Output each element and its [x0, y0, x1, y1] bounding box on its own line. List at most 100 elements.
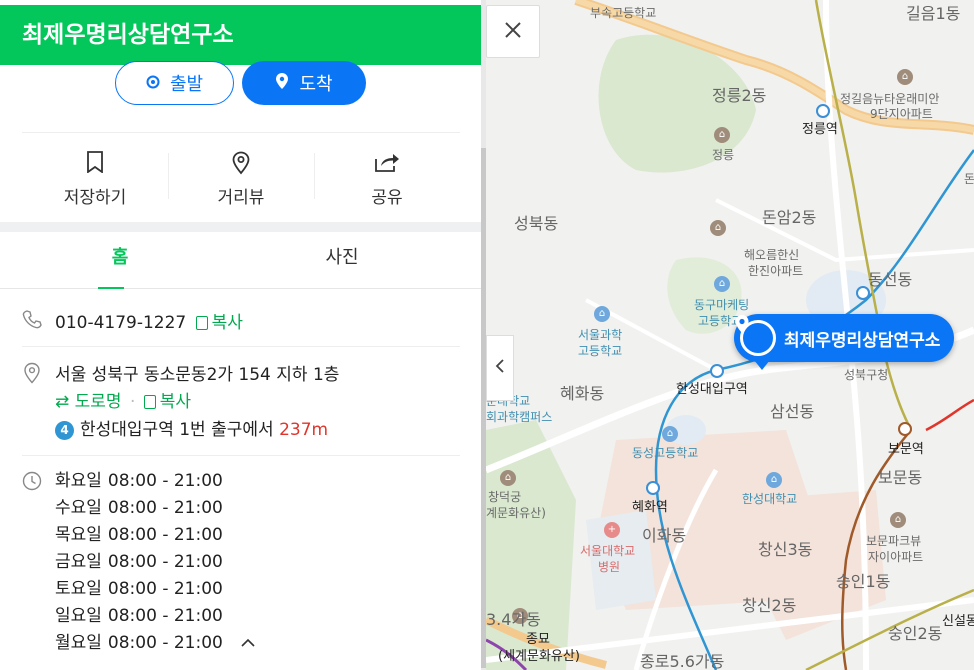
copy-icon — [143, 395, 156, 409]
collapse-hours-chevron-up-icon[interactable] — [240, 633, 256, 653]
origin-dot-icon — [146, 73, 160, 94]
map-label: 자이아파트 — [868, 550, 924, 564]
map-label: 돈암 — [964, 172, 974, 186]
map-label: 부속고등학교 — [590, 6, 657, 20]
subway-line-badge: 4 — [55, 421, 74, 440]
map-label: 길음1동 — [906, 4, 961, 23]
phone-row: 010-4179-1227 복사 — [22, 308, 460, 338]
place-marker[interactable]: 최제우명리상담연구소 — [734, 314, 955, 370]
share-button[interactable]: 공유 — [314, 133, 460, 221]
apartment-icon[interactable]: ⌂ — [890, 512, 906, 528]
close-icon — [504, 21, 522, 43]
bookmark-icon — [22, 151, 168, 177]
map-label: 성북구청 — [844, 368, 889, 382]
hours-row: 화요일 08:00 - 21:00 수요일 08:00 - 21:00 목요일 08:… — [22, 468, 460, 668]
depart-label: 출발 — [169, 74, 204, 95]
section-gap — [0, 222, 481, 232]
map-label: 고등학교 — [578, 344, 623, 358]
copy-phone-button[interactable]: 복사 — [195, 313, 243, 333]
map-label: 보문파크뷰 — [866, 534, 922, 548]
map-label: 병원 — [598, 560, 621, 574]
subway-distance: 237m — [279, 420, 329, 440]
place-title-bar: 최제우명리상담연구소 — [0, 5, 481, 65]
map-label: 정릉2동 — [712, 86, 767, 105]
place-detail-panel: 최제우명리상담연구소 출발 도착 저장하기 거리뷰 공유 홈 사진 010-41… — [0, 0, 481, 670]
landmark-icon[interactable]: ⌂ — [714, 127, 730, 143]
map-label: 동선동 — [868, 270, 913, 289]
hansung-station-marker[interactable] — [710, 364, 724, 378]
apartment-icon[interactable]: ⌂ — [897, 69, 913, 85]
subway-row: 4 한성대입구역 1번 출구에서 237m — [22, 415, 460, 443]
map-label: 서울과학 — [578, 328, 623, 342]
map-label: 창신3동 — [758, 540, 813, 559]
school-icon[interactable]: ⌂ — [662, 426, 678, 442]
depart-button[interactable]: 출발 — [115, 61, 234, 105]
hours-line: 화요일 08:00 - 21:00 — [55, 471, 223, 491]
copy-address-button[interactable]: 복사 — [143, 392, 191, 412]
school-icon[interactable]: ⌂ — [714, 276, 730, 292]
map-label: 정릉 — [712, 148, 735, 162]
school-icon[interactable]: ⌂ — [766, 472, 782, 488]
map-label: 3.4가동 — [486, 610, 541, 629]
save-button[interactable]: 저장하기 — [22, 133, 168, 221]
bomun-station-marker[interactable] — [898, 422, 912, 436]
hours-line: 목요일 08:00 - 21:00 — [55, 525, 223, 545]
swap-icon: ⇄ — [55, 392, 70, 412]
phone-icon — [22, 309, 42, 333]
map-label: 서울대학교 — [580, 544, 636, 558]
save-label: 저장하기 — [63, 188, 127, 208]
map-label: 해오름한신 — [744, 248, 800, 262]
map-label: 한성대입구역 — [676, 382, 748, 397]
map-label: 숭인1동 — [836, 572, 891, 591]
action-row: 저장하기 거리뷰 공유 — [22, 132, 460, 223]
map-label: 혜화역 — [632, 500, 668, 515]
hours-line: 월요일 08:00 - 21:00 — [55, 630, 256, 657]
map-view[interactable]: ⌂ ⌂ ⌂ ⌂ ⌂ ⌂ ⌂ ⌂ + ⌂ ⌂ 길음1동 부속고등학교 정릉2동 정… — [486, 0, 974, 670]
map-label: 보문동 — [878, 468, 923, 487]
map-label: 동성고등학교 — [632, 446, 699, 460]
hours-line: 수요일 08:00 - 21:00 — [55, 498, 223, 518]
arrive-button[interactable]: 도착 — [242, 61, 366, 105]
hours-line: 금요일 08:00 - 21:00 — [55, 552, 223, 572]
map-label: 종로5.6가동 — [640, 652, 725, 670]
map-label: 혜화동 — [560, 384, 605, 403]
street-view-button[interactable]: 거리뷰 — [168, 133, 314, 221]
street-view-icon — [168, 151, 314, 177]
hospital-icon[interactable]: + — [604, 522, 620, 538]
map-label: 창신2동 — [742, 596, 797, 615]
map-label: 회과학캠퍼스 — [486, 410, 553, 424]
map-label: 보문역 — [888, 442, 924, 457]
map-label: 숭인2동 — [888, 624, 943, 643]
subway-text: 한성대입구역 1번 출구에서 — [80, 420, 274, 440]
tab-photos[interactable]: 사진 — [222, 232, 462, 288]
tab-bar: 홈 사진 — [0, 232, 481, 289]
hours-list: 화요일 08:00 - 21:00 수요일 08:00 - 21:00 목요일 08:… — [55, 468, 256, 657]
map-label: 동구마케팅 — [694, 298, 750, 312]
street-view-label: 거리뷰 — [217, 188, 265, 208]
place-pin-icon — [735, 315, 776, 356]
copy-icon — [195, 316, 208, 330]
collapse-panel-button[interactable] — [486, 335, 514, 401]
tab-home[interactable]: 홈 — [0, 232, 240, 289]
phone-number[interactable]: 010-4179-1227 — [55, 313, 186, 333]
share-label: 공유 — [371, 188, 403, 208]
map-label: (세계문화유산) — [498, 649, 580, 664]
map-label: 창덕궁 — [488, 490, 522, 504]
map-label: 삼선동 — [770, 402, 815, 421]
location-pin-icon — [22, 362, 42, 388]
clock-icon — [22, 471, 42, 495]
map-label: 신설동 — [942, 614, 974, 629]
place-title: 최제우명리상담연구소 — [22, 22, 234, 48]
chevron-left-icon — [495, 358, 505, 378]
map-label: 돈암2동 — [762, 208, 817, 227]
jeongneung-station-marker[interactable] — [816, 104, 830, 118]
hyehwa-station-marker[interactable] — [646, 481, 660, 495]
map-label: 한진아파트 — [748, 264, 804, 278]
hours-line: 토요일 08:00 - 21:00 — [55, 579, 223, 599]
palace-icon[interactable]: ⌂ — [500, 470, 516, 486]
close-button[interactable] — [486, 5, 540, 58]
address-text: 서울 성북구 동소문동2가 154 지하 1층 — [55, 365, 340, 385]
school-icon[interactable]: ⌂ — [594, 306, 610, 322]
apartment-icon[interactable]: ⌂ — [710, 220, 726, 236]
road-name-button[interactable]: ⇄ 도로명 — [55, 392, 122, 412]
